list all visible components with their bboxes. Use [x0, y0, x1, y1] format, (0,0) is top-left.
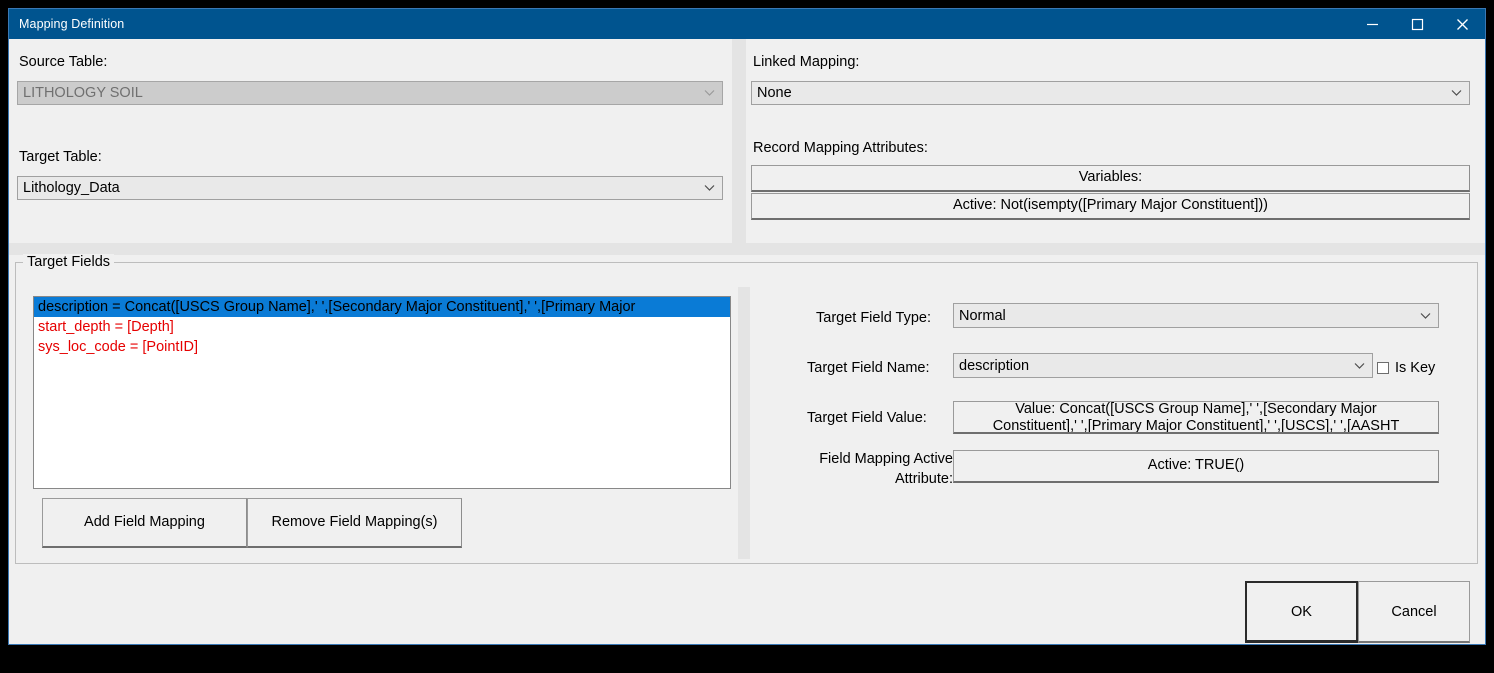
- record-mapping-attributes-label: Record Mapping Attributes:: [753, 140, 928, 156]
- target-field-name-value: description: [959, 357, 1030, 374]
- target-table-combobox[interactable]: Lithology_Data: [17, 176, 723, 200]
- close-icon[interactable]: [1440, 9, 1485, 39]
- record-active-attribute-button[interactable]: Active: Not(isempty([Primary Major Const…: [751, 193, 1470, 220]
- chevron-down-icon: [704, 185, 715, 192]
- variables-button[interactable]: Variables:: [751, 165, 1470, 192]
- target-field-type-combobox[interactable]: Normal: [953, 303, 1439, 328]
- target-field-name-label: Target Field Name:: [807, 360, 930, 376]
- add-field-mapping-button[interactable]: Add Field Mapping: [42, 498, 247, 548]
- target-field-type-label: Target Field Type:: [816, 310, 931, 326]
- target-field-value-text: Value: Concat([USCS Group Name],' ',[Sec…: [992, 401, 1400, 434]
- ok-button[interactable]: OK: [1245, 581, 1358, 643]
- title-bar: Mapping Definition: [9, 9, 1485, 39]
- list-item[interactable]: description = Concat([USCS Group Name],'…: [34, 297, 730, 317]
- target-fields-listbox[interactable]: description = Concat([USCS Group Name],'…: [33, 296, 731, 489]
- target-table-value: Lithology_Data: [23, 180, 120, 196]
- top-panel-splitter[interactable]: [732, 39, 746, 243]
- cancel-button[interactable]: Cancel: [1358, 581, 1470, 643]
- source-table-combobox[interactable]: LITHOLOGY SOIL: [17, 81, 723, 105]
- field-mapping-active-attribute-button[interactable]: Active: TRUE(): [953, 450, 1439, 483]
- is-key-checkbox-row[interactable]: Is Key: [1377, 360, 1435, 376]
- linked-mapping-label: Linked Mapping:: [753, 54, 860, 70]
- source-table-label: Source Table:: [19, 54, 108, 70]
- linked-mapping-combobox[interactable]: None: [751, 81, 1470, 105]
- minimize-icon[interactable]: [1350, 9, 1395, 39]
- chevron-down-icon: [1354, 362, 1365, 369]
- chevron-down-icon: [1420, 312, 1431, 319]
- target-field-type-value: Normal: [959, 307, 1006, 324]
- maximize-icon[interactable]: [1395, 9, 1440, 39]
- is-key-checkbox[interactable]: [1377, 362, 1389, 374]
- top-section-divider: [9, 243, 1485, 255]
- remove-field-mapping-button[interactable]: Remove Field Mapping(s): [247, 498, 462, 548]
- target-field-value-label: Target Field Value:: [807, 410, 927, 426]
- source-table-value: LITHOLOGY SOIL: [23, 85, 143, 101]
- target-field-name-combobox[interactable]: description: [953, 353, 1373, 378]
- target-field-value-button[interactable]: Value: Concat([USCS Group Name],' ',[Sec…: [953, 401, 1439, 434]
- linked-mapping-value: None: [757, 85, 792, 101]
- is-key-label: Is Key: [1395, 360, 1436, 376]
- field-mapping-active-attribute-label: Field Mapping Active Attribute:: [819, 451, 953, 487]
- chevron-down-icon: [704, 90, 715, 97]
- window-title: Mapping Definition: [19, 17, 125, 31]
- target-fields-group-title: Target Fields: [23, 254, 115, 270]
- list-item[interactable]: start_depth = [Depth]: [34, 317, 730, 337]
- list-item[interactable]: sys_loc_code = [PointID]: [34, 337, 730, 357]
- target-table-label: Target Table:: [19, 149, 102, 165]
- mapping-definition-window: Mapping Definition Source Table: LITHOLO…: [8, 8, 1486, 645]
- chevron-down-icon: [1451, 90, 1462, 97]
- target-fields-splitter[interactable]: [738, 287, 750, 559]
